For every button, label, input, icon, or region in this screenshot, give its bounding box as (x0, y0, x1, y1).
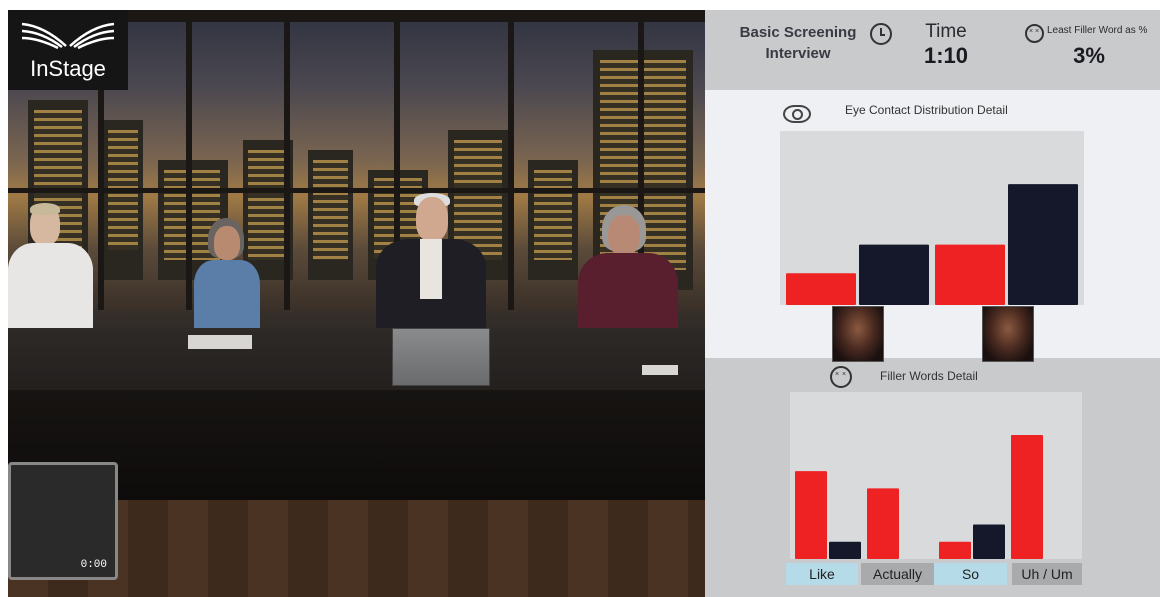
filler-stat-value: 3% (1073, 43, 1105, 68)
interviewer-thumbnail-2 (982, 306, 1034, 362)
filler-category-label: Actually (861, 563, 934, 585)
interviewer-thumbnail-1 (832, 306, 884, 362)
filler-words-chart (790, 392, 1082, 559)
bar-eye-1-0 (935, 244, 1005, 305)
bar-eye-1-1 (1008, 184, 1078, 305)
bar-eye-0-0 (786, 273, 856, 305)
panelist-2 (188, 218, 268, 338)
dizzy-face-icon: × × (1025, 24, 1044, 43)
bar-eye-0-1 (859, 244, 929, 305)
eye-contact-chart (780, 131, 1084, 305)
bar-filler-2-1 (973, 524, 1005, 559)
filler-category-label: So (934, 563, 1007, 585)
time-value: 1:10 (923, 43, 969, 68)
eye-contact-title: Eye Contact Distribution Detail (845, 103, 1008, 117)
filler-category-label: Uh / Um (1012, 563, 1082, 585)
scenario-title: Basic Screening Interview (723, 22, 873, 64)
tablet-clock: 0:00 (80, 559, 107, 571)
laptop (392, 328, 490, 386)
bar-filler-1-0 (867, 488, 899, 559)
scenario-title-line2: Interview (765, 45, 831, 62)
logo-text: InStage (30, 56, 106, 81)
filler-category-label: Like (786, 563, 858, 585)
bar-filler-2-0 (939, 541, 971, 559)
results-panel: Basic Screening Interview Time 1:10 × × L… (705, 10, 1160, 597)
results-header: Basic Screening Interview Time 1:10 × × L… (705, 10, 1160, 90)
instage-logo: InStage (8, 10, 128, 90)
bar-filler-3-0 (1011, 434, 1043, 559)
bar-filler-0-0 (795, 471, 827, 559)
clock-icon (870, 23, 892, 45)
tablet-device: 0:00 (8, 462, 118, 580)
panelist-1 (8, 203, 98, 335)
panelist-3 (376, 193, 486, 333)
filler-stat-label: Least Filler Word as % (1047, 25, 1148, 36)
dizzy-face-icon: × × (830, 366, 852, 388)
time-label: Time (925, 21, 967, 42)
filler-words-title: Filler Words Detail (880, 369, 978, 383)
eye-icon (783, 105, 811, 123)
bar-filler-0-1 (829, 541, 861, 559)
wings-icon (21, 22, 115, 50)
scenario-title-line1: Basic Screening (739, 24, 857, 41)
